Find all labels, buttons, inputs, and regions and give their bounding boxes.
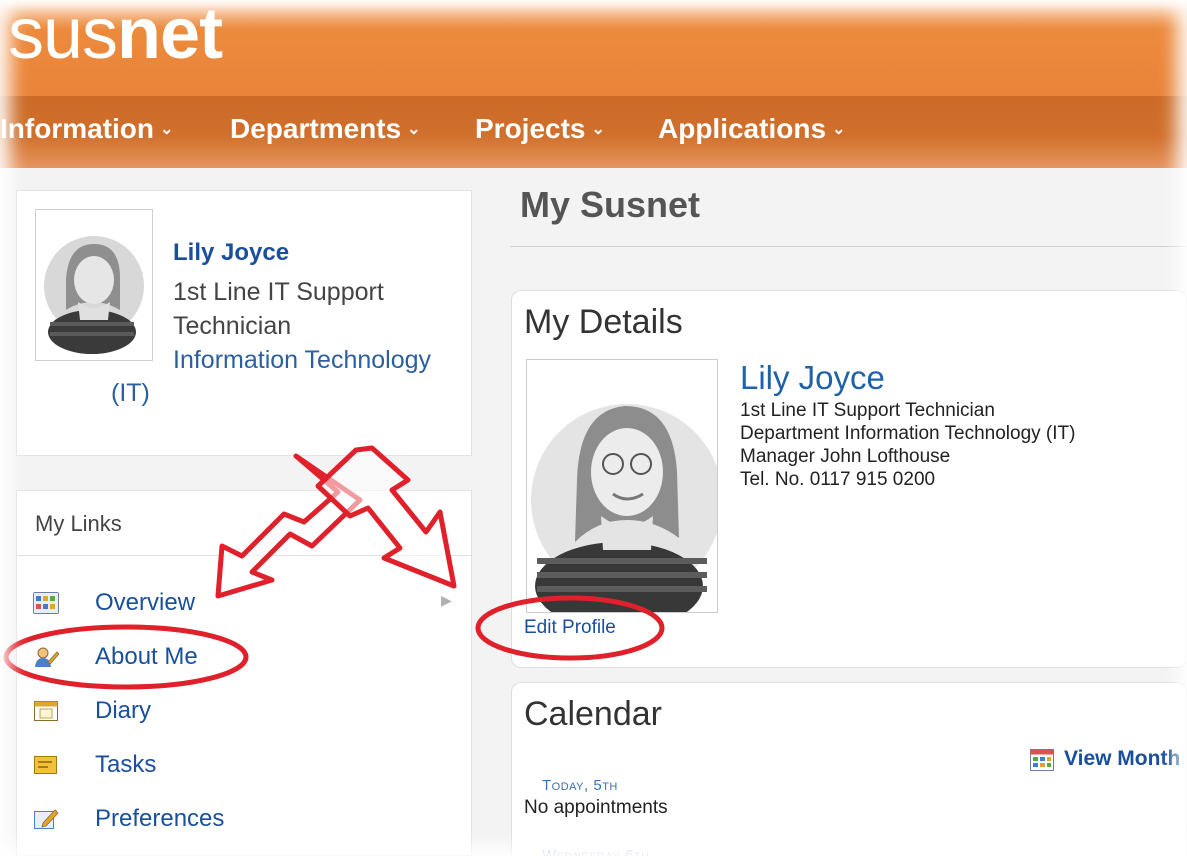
my-details-heading: My Details <box>524 303 683 341</box>
my-links-card: My Links Overview About Me Diary Tasks P… <box>16 490 472 856</box>
preferences-edit-icon <box>34 809 59 829</box>
nav-applications-label: Applications <box>658 113 827 144</box>
details-manager: Manager John Lofthouse <box>740 446 951 467</box>
details-telephone: Tel. No. 0117 915 0200 <box>740 469 936 490</box>
sidebar-item-tasks[interactable]: Tasks <box>33 749 453 785</box>
avatar-photo-icon <box>527 360 717 612</box>
edit-profile-link[interactable]: Edit Profile <box>524 617 616 639</box>
calendar-no-appointments: No appointments <box>524 797 668 818</box>
chevron-down-icon: ⌄ <box>832 121 846 138</box>
my-links-title: My Links <box>35 511 122 536</box>
sidebar-item-label: Diary <box>95 697 152 724</box>
susnet-logo[interactable]: susnet <box>8 0 223 74</box>
sidebar-item-label: About Me <box>95 643 198 670</box>
logo-text-light: sus <box>8 0 118 74</box>
view-month-label: View Month <box>1064 747 1181 770</box>
profile-department-abbr[interactable]: (IT) <box>111 379 150 408</box>
about-me-person-icon <box>35 647 59 667</box>
sidebar-item-overview[interactable]: Overview <box>33 587 453 623</box>
nav-information-label: Information <box>0 113 154 144</box>
page-title: My Susnet <box>520 184 701 225</box>
details-avatar <box>526 359 718 613</box>
chevron-down-icon: ⌄ <box>160 121 174 138</box>
calendar-heading: Calendar <box>524 695 662 733</box>
nav-information[interactable]: Information ⌄ <box>0 114 173 144</box>
divider <box>17 555 471 556</box>
divider <box>510 246 1187 247</box>
calendar-month-icon <box>1030 749 1054 771</box>
overview-grid-icon <box>33 592 59 614</box>
nav-departments-label: Departments <box>230 113 402 144</box>
details-name-link[interactable]: Lily Joyce <box>740 359 885 397</box>
nav-departments[interactable]: Departments ⌄ <box>230 114 421 144</box>
sidebar-item-preferences[interactable]: Preferences <box>33 803 453 839</box>
profile-department-link[interactable]: Information Technology <box>173 343 431 377</box>
calendar-today-label: Today, 5th <box>542 777 618 794</box>
diary-calendar-icon <box>34 701 58 721</box>
sidebar-item-label: Tasks <box>95 751 157 778</box>
calendar-card: Calendar View Month Today, 5th No appoin… <box>511 682 1187 856</box>
avatar-photo-icon <box>36 210 152 360</box>
chevron-down-icon: ⌄ <box>591 121 605 138</box>
details-department: Department Information Technology (IT) <box>740 423 1076 444</box>
brand-bar: susnet <box>0 0 1187 96</box>
profile-avatar[interactable] <box>35 209 153 361</box>
details-role: 1st Line IT Support Technician <box>740 400 995 421</box>
logo-text-bold: net <box>117 0 223 74</box>
nav-projects-label: Projects <box>475 113 586 144</box>
profile-card: Lily Joyce 1st Line IT Support Technicia… <box>16 190 472 456</box>
profile-name-link[interactable]: Lily Joyce <box>173 239 289 267</box>
my-details-card: My Details Lily Joyce 1st Line IT Suppor… <box>511 290 1187 668</box>
nav-applications[interactable]: Applications ⌄ <box>658 114 845 144</box>
calendar-next-day-label: Wednesday 6th <box>542 847 650 856</box>
sidebar-item-about-me[interactable]: About Me <box>33 641 453 677</box>
main-navigation: Information ⌄ Departments ⌄ Projects ⌄ Appl… <box>0 96 1187 168</box>
profile-role: 1st Line IT Support Technician <box>173 278 384 340</box>
sidebar-item-label: Overview <box>95 589 196 616</box>
chevron-down-icon: ⌄ <box>407 121 421 138</box>
nav-projects[interactable]: Projects ⌄ <box>475 114 605 144</box>
tasks-icon <box>34 756 57 774</box>
sidebar-item-label: Preferences <box>95 805 225 832</box>
sidebar-item-diary[interactable]: Diary <box>33 695 453 731</box>
submenu-arrow-icon[interactable]: ▶ <box>441 592 452 609</box>
